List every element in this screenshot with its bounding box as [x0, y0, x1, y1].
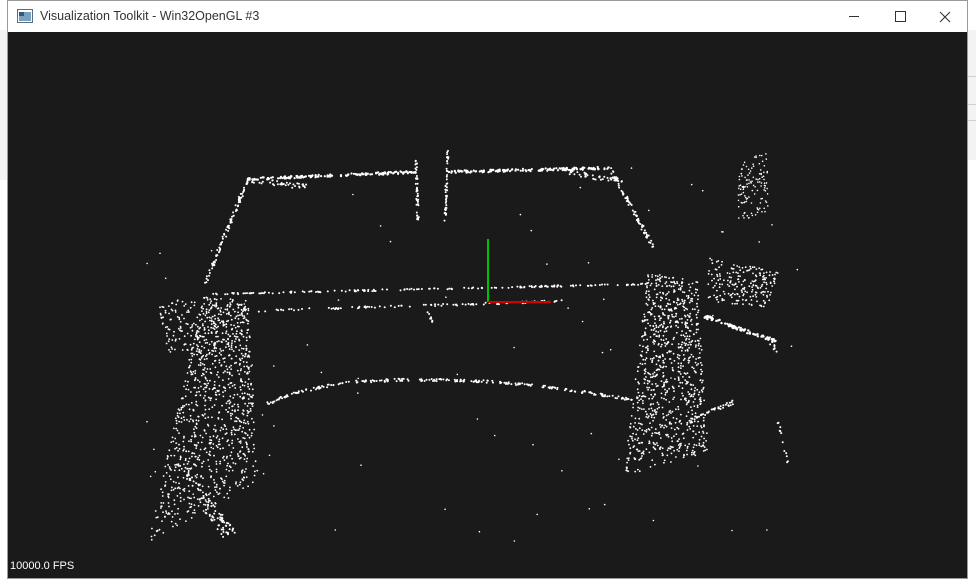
- close-icon: [939, 11, 951, 23]
- background-app-edge: [0, 30, 7, 180]
- maximize-icon: [895, 11, 906, 22]
- background-app-panel: [968, 30, 976, 160]
- render-viewport[interactable]: 10000.0 FPS: [8, 32, 967, 578]
- point-cloud: [146, 149, 799, 542]
- minimize-button[interactable]: [831, 1, 877, 32]
- background-app-divider: [968, 76, 976, 77]
- maximize-button[interactable]: [877, 1, 923, 32]
- background-app-divider: [968, 104, 976, 105]
- vtk-render-window: Visualization Toolkit - Win32OpenGL #3 1…: [7, 0, 968, 579]
- point-cloud-canvas[interactable]: [8, 32, 967, 578]
- background-app-divider: [968, 120, 976, 121]
- window-title: Visualization Toolkit - Win32OpenGL #3: [40, 9, 260, 23]
- orientation-axes: [487, 239, 551, 303]
- close-button[interactable]: [922, 1, 968, 32]
- vtk-app-icon[interactable]: [17, 9, 33, 23]
- title-bar[interactable]: Visualization Toolkit - Win32OpenGL #3: [8, 1, 967, 32]
- fps-counter: 10000.0 FPS: [10, 560, 75, 572]
- minimize-icon: [849, 16, 859, 17]
